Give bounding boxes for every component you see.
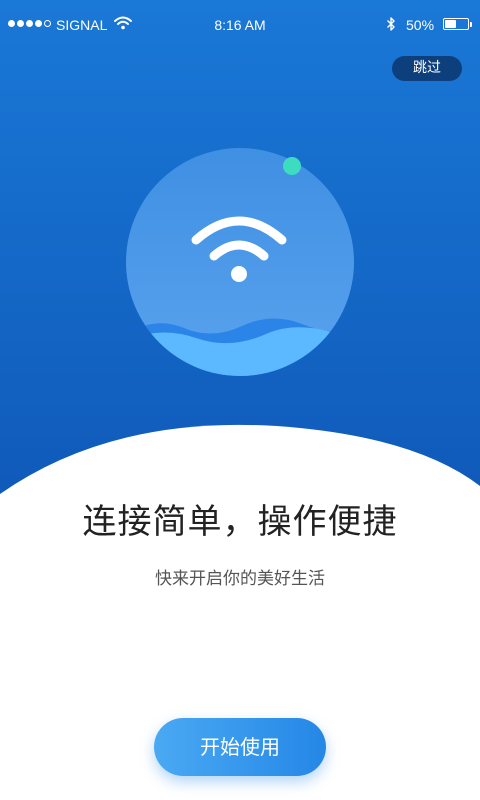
bluetooth-icon bbox=[387, 17, 395, 31]
status-bar: SIGNAL 8:16 AM 50% bbox=[0, 0, 480, 50]
skip-button[interactable]: 跳过 bbox=[392, 56, 462, 81]
wifi-dot bbox=[231, 266, 247, 282]
wifi-illustration bbox=[126, 148, 354, 376]
battery-percent: 50% bbox=[406, 17, 435, 33]
start-button[interactable]: 开始使用 bbox=[154, 718, 326, 776]
page-title: 连接简单，操作便捷 bbox=[82, 502, 398, 542]
battery-tip bbox=[470, 22, 472, 27]
page-subtitle: 快来开启你的美好生活 bbox=[155, 569, 325, 589]
battery-icon bbox=[443, 18, 469, 30]
battery-level bbox=[445, 20, 456, 28]
accent-dot bbox=[283, 157, 301, 175]
